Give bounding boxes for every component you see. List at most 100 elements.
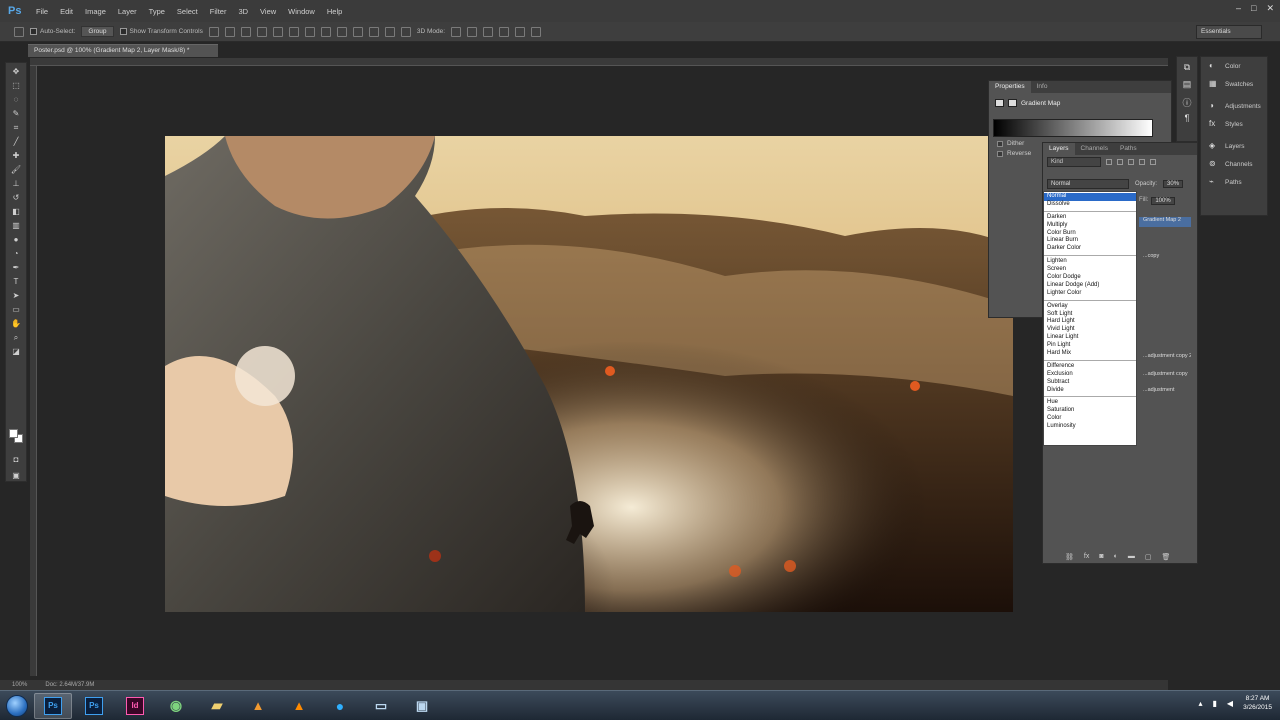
drag-3d-icon[interactable] (483, 26, 494, 37)
crop-tool-icon[interactable]: ⌗ (9, 122, 23, 133)
menu-image[interactable]: Image (79, 7, 112, 16)
foreground-color-swatch[interactable] (9, 429, 18, 438)
document-canvas[interactable] (165, 136, 1013, 612)
blend-divide[interactable]: Divide (1044, 387, 1136, 395)
dodge-tool-icon[interactable]: ◔ (9, 248, 23, 259)
blend-darker-color[interactable]: Darker Color (1044, 245, 1136, 253)
blend-linear-dodge[interactable]: Linear Dodge (Add) (1044, 282, 1136, 290)
tab-layers[interactable]: Layers (1043, 143, 1075, 155)
blend-luminosity[interactable]: Luminosity (1044, 423, 1136, 431)
layer-row[interactable]: ...adjustment copy (1139, 371, 1191, 381)
brush-tool-icon[interactable]: 🖌 (9, 164, 23, 175)
align-right-icon[interactable] (288, 26, 299, 37)
filter-shape-icon[interactable] (1139, 159, 1145, 165)
default-colors-icon[interactable]: ◪ (9, 346, 23, 357)
menu-window[interactable]: Window (282, 7, 321, 16)
blend-color[interactable]: Color (1044, 415, 1136, 423)
fx-icon[interactable]: fx (1084, 553, 1089, 561)
align-hcenter-icon[interactable] (272, 26, 283, 37)
fill-input[interactable]: 100% (1151, 197, 1175, 205)
dock-styles[interactable]: fx Styles (1201, 115, 1267, 133)
blend-lighten[interactable]: Lighten (1044, 258, 1136, 266)
tray-arrow-icon[interactable]: ▴ (1199, 699, 1203, 708)
blend-hue[interactable]: Hue (1044, 399, 1136, 407)
menu-help[interactable]: Help (321, 7, 348, 16)
eyedropper-tool-icon[interactable]: ╱ (9, 136, 23, 147)
taskbar-photoshop[interactable]: Ps (75, 693, 113, 719)
align-top-icon[interactable] (208, 26, 219, 37)
workspace-dropdown[interactable]: Essentials (1196, 25, 1262, 39)
mask-icon[interactable] (1008, 99, 1017, 107)
tab-info[interactable]: Info (1031, 81, 1054, 93)
auto-align-icon[interactable] (400, 26, 411, 37)
taskbar-app[interactable]: ▲ (239, 693, 277, 719)
maximize-icon[interactable]: □ (1251, 3, 1256, 14)
menu-type[interactable]: Type (143, 7, 171, 16)
distribute-top-icon[interactable] (304, 26, 315, 37)
align-left-icon[interactable] (256, 26, 267, 37)
blend-saturation[interactable]: Saturation (1044, 407, 1136, 415)
distribute-vcenter-icon[interactable] (320, 26, 331, 37)
gradient-preview[interactable] (993, 119, 1153, 137)
layer-row[interactable]: ...adjustment (1139, 387, 1191, 397)
volume-icon[interactable]: ◀ (1227, 699, 1233, 708)
history-brush-tool-icon[interactable]: ↺ (9, 192, 23, 203)
move-tool-icon[interactable]: ✥ (9, 66, 23, 77)
blend-difference[interactable]: Difference (1044, 363, 1136, 371)
move-tool-icon[interactable] (14, 26, 24, 37)
blend-subtract[interactable]: Subtract (1044, 379, 1136, 387)
rotate-3d-icon[interactable] (451, 26, 462, 37)
start-button[interactable] (0, 691, 34, 720)
taskbar-indesign[interactable]: Id (116, 693, 154, 719)
layer-row[interactable]: ...adjustment copy 2 (1139, 353, 1191, 363)
quick-mask-icon[interactable]: ◘ (9, 454, 23, 465)
taskbar-vlc[interactable]: ▲ (280, 693, 318, 719)
document-tab[interactable]: Poster.psd @ 100% (Gradient Map 2, Layer… (28, 44, 218, 57)
dock-adjustments[interactable]: ◑ Adjustments (1201, 97, 1267, 115)
taskbar-app2[interactable]: ▣ (403, 693, 441, 719)
blend-linear-burn[interactable]: Linear Burn (1044, 237, 1136, 245)
network-icon[interactable]: ▮ (1213, 699, 1217, 708)
dock-paths[interactable]: ⌁ Paths (1201, 173, 1267, 191)
taskbar-window[interactable]: ▭ (362, 693, 400, 719)
blur-tool-icon[interactable]: ● (9, 234, 23, 245)
filter-pixel-icon[interactable] (1106, 159, 1112, 165)
menu-layer[interactable]: Layer (112, 7, 143, 16)
minimize-icon[interactable]: – (1236, 3, 1241, 14)
pen-tool-icon[interactable]: ✒ (9, 262, 23, 273)
blend-darken[interactable]: Darken (1044, 214, 1136, 222)
zoom-tool-icon[interactable]: ⌕ (9, 332, 23, 343)
show-transform-box[interactable] (119, 28, 127, 35)
add-mask-icon[interactable]: ◙ (1099, 553, 1103, 561)
paragraph-icon[interactable]: ¶ (1181, 113, 1193, 125)
blend-hard-light[interactable]: Hard Light (1044, 318, 1136, 326)
layer-row-gradient-map[interactable]: Gradient Map 2 (1139, 217, 1191, 227)
scale-3d-icon[interactable] (515, 26, 526, 37)
group-dropdown[interactable]: Group (81, 26, 114, 37)
eraser-tool-icon[interactable]: ◧ (9, 206, 23, 217)
dock-swatches[interactable]: ▦ Swatches (1201, 75, 1267, 93)
blend-pin-light[interactable]: Pin Light (1044, 342, 1136, 350)
clock[interactable]: 8:27 AM 3/26/2015 (1243, 694, 1272, 712)
lasso-tool-icon[interactable]: ◌ (9, 94, 23, 105)
new-group-icon[interactable]: ▬ (1128, 553, 1135, 561)
align-vcenter-icon[interactable] (224, 26, 235, 37)
menu-file[interactable]: File (30, 7, 54, 16)
link-layers-icon[interactable]: ⛓ (1065, 553, 1074, 561)
video-icon[interactable] (531, 26, 542, 37)
horizontal-ruler[interactable] (30, 58, 1168, 66)
opacity-input[interactable]: 30% (1163, 180, 1184, 188)
roll-3d-icon[interactable] (467, 26, 478, 37)
show-transform-checkbox[interactable]: Show Transform Controls (119, 28, 203, 35)
close-icon[interactable]: ✕ (1266, 3, 1274, 14)
blend-mode-dropdown[interactable]: Normal (1047, 179, 1129, 189)
shape-tool-icon[interactable]: ▭ (9, 304, 23, 315)
vertical-ruler[interactable] (30, 66, 37, 676)
dither-box[interactable] (997, 140, 1003, 147)
menu-3d[interactable]: 3D (232, 7, 254, 16)
distribute-bottom-icon[interactable] (336, 26, 347, 37)
taskbar-skype[interactable]: ● (321, 693, 359, 719)
hand-tool-icon[interactable]: ✋ (9, 318, 23, 329)
delete-layer-icon[interactable]: 🗑 (1161, 553, 1170, 561)
gradient-tool-icon[interactable]: ▥ (9, 220, 23, 231)
